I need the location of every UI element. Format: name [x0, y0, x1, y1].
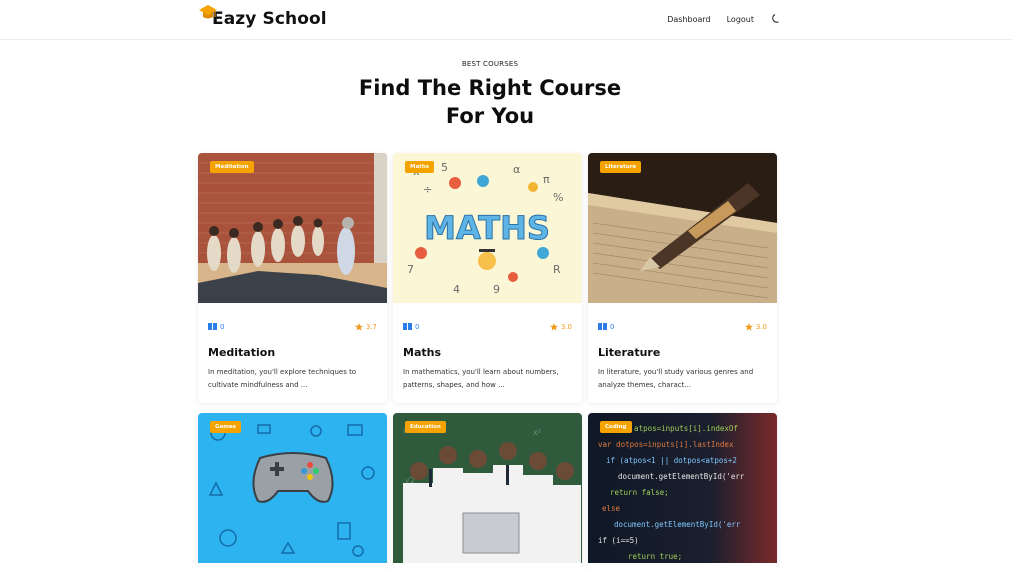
course-card-literature[interactable]: Literature 0 3.0 Literature In literatur…: [588, 153, 777, 403]
page-title: Find The Right Course For You: [0, 74, 980, 130]
svg-text:R: R: [553, 263, 561, 276]
svg-text:4: 4: [453, 283, 460, 296]
course-title[interactable]: Maths: [393, 333, 582, 359]
svg-text:var atpos=inputs[i].indexOf: var atpos=inputs[i].indexOf: [616, 424, 738, 433]
course-card-coding[interactable]: var atpos=inputs[i].indexOf var dotpos=i…: [588, 413, 777, 569]
course-image-games: Games: [198, 413, 387, 563]
svg-text:return true;: return true;: [628, 552, 682, 561]
courses-hero: BEST COURSES Find The Right Course For Y…: [0, 60, 980, 130]
svg-text:π: π: [543, 173, 550, 186]
rating-value: 3.7: [365, 322, 377, 331]
svg-text:else: else: [602, 504, 621, 513]
course-image-literature: Literature: [588, 153, 777, 303]
svg-text:9: 9: [493, 283, 500, 296]
course-tag: Education: [405, 421, 446, 433]
course-tag: Maths: [405, 161, 435, 173]
course-title[interactable]: Meditation: [198, 333, 387, 359]
course-rating: 3.0: [549, 322, 572, 331]
top-navbar: Eazy School Dashboard Logout: [0, 0, 1012, 40]
svg-text:document.getElementById('err: document.getElementById('err: [618, 472, 745, 481]
course-meta: 0 3.0: [393, 303, 582, 333]
rating-value: 3.0: [755, 322, 767, 331]
course-description: In literature, you'll study various genr…: [598, 368, 754, 389]
course-tag: Meditation: [210, 161, 254, 173]
course-image-coding: var atpos=inputs[i].indexOf var dotpos=i…: [588, 413, 777, 563]
section-eyebrow: BEST COURSES: [461, 60, 519, 68]
book-icon: [598, 323, 607, 330]
course-tag: Games: [210, 421, 241, 433]
course-image-education: a+bx²∑√2 Education: [393, 413, 582, 563]
svg-text:document.getElementById('err: document.getElementById('err: [614, 520, 741, 529]
book-icon: [208, 323, 217, 330]
brand-name: Eazy School: [212, 9, 327, 29]
page-title-line-1: Find The Right Course: [358, 76, 622, 100]
svg-text:7: 7: [407, 263, 414, 276]
course-card-maths[interactable]: x5α π÷% 7R9 4 MATHS Maths 0: [393, 153, 582, 403]
nav-logout-link[interactable]: Logout: [727, 15, 754, 24]
lesson-count: 0: [403, 323, 419, 331]
rating-value: 3.0: [560, 322, 572, 331]
svg-text:÷: ÷: [423, 183, 432, 196]
course-title[interactable]: Literature: [588, 333, 777, 359]
lesson-count-value: 0: [220, 322, 225, 331]
svg-text:if (i==5): if (i==5): [598, 536, 639, 545]
brand-logo-link[interactable]: Eazy School: [198, 0, 327, 38]
course-meta: 0 3.0: [588, 303, 777, 333]
course-tag: Coding: [600, 421, 632, 433]
course-tag: Literature: [600, 161, 642, 173]
graduation-cap-icon: [199, 5, 217, 19]
star-icon: [549, 322, 558, 331]
lesson-count: 0: [598, 323, 614, 331]
moon-icon[interactable]: [770, 13, 782, 25]
lesson-count: 0: [208, 323, 224, 331]
svg-text:return false;: return false;: [610, 488, 669, 497]
course-description: In mathematics, you'll learn about numbe…: [403, 368, 559, 389]
star-icon: [744, 322, 753, 331]
page-title-line-2: For You: [445, 104, 535, 128]
course-card-meditation[interactable]: Meditation 0 3.7 Meditation In meditatio…: [198, 153, 387, 403]
course-card-games[interactable]: Games: [198, 413, 387, 569]
course-grid: Meditation 0 3.7 Meditation In meditatio…: [198, 153, 778, 569]
svg-text:var dotpos=inputs[i].lastIndex: var dotpos=inputs[i].lastIndex: [598, 440, 734, 449]
svg-text:5: 5: [441, 161, 448, 174]
main-nav: Dashboard Logout: [667, 0, 782, 38]
course-card-education[interactable]: a+bx²∑√2 Education: [393, 413, 582, 569]
svg-text:%: %: [553, 191, 563, 204]
course-rating: 3.0: [744, 322, 767, 331]
course-image-maths: x5α π÷% 7R9 4 MATHS Maths: [393, 153, 582, 303]
svg-text:if (atpos<1 || dotpos<atpos+2: if (atpos<1 || dotpos<atpos+2: [606, 456, 737, 465]
nav-dashboard-link[interactable]: Dashboard: [667, 15, 710, 24]
svg-text:x²: x²: [533, 428, 541, 437]
lesson-count-value: 0: [610, 322, 615, 331]
course-meta: 0 3.7: [198, 303, 387, 333]
svg-text:α: α: [513, 163, 520, 176]
svg-text:MATHS: MATHS: [424, 209, 550, 247]
course-rating: 3.7: [354, 322, 377, 331]
star-icon: [354, 322, 363, 331]
book-icon: [403, 323, 412, 330]
course-description: In meditation, you'll explore techniques…: [208, 368, 357, 389]
lesson-count-value: 0: [415, 322, 420, 331]
course-image-meditation: Meditation: [198, 153, 387, 303]
